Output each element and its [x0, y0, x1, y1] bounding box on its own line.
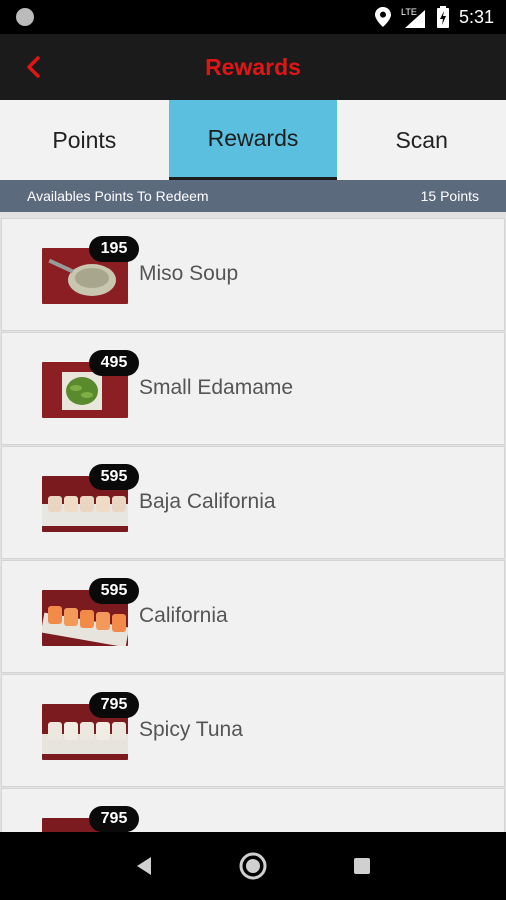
status-time: 5:31 [458, 6, 494, 27]
reward-item-miso-soup[interactable]: 195 Miso Soup [1, 218, 505, 331]
reward-name: Baja California [139, 490, 276, 513]
points-badge: 595 [89, 464, 139, 490]
chevron-left-icon [27, 56, 40, 78]
back-button[interactable] [18, 52, 48, 82]
points-summary-strip: Availables Points To Redeem 15 Points [0, 180, 506, 212]
nav-back-button[interactable] [124, 846, 164, 886]
reward-name: Spicy Tuna [139, 718, 243, 741]
tab-bar: Points Rewards Scan [0, 100, 506, 180]
reward-name: Miso Soup [139, 262, 239, 285]
tab-scan[interactable]: Scan [337, 100, 506, 180]
reward-item-spicy-tuna[interactable]: 795 Spicy Tuna [1, 674, 505, 787]
nav-home-button[interactable] [233, 846, 273, 886]
tab-points[interactable]: Points [0, 100, 169, 180]
square-recents-icon [353, 858, 370, 874]
points-badge: 195 [89, 236, 139, 262]
notification-dot-icon [16, 8, 34, 26]
nav-recents-button[interactable] [342, 846, 382, 886]
points-badge: 795 [89, 692, 139, 718]
location-icon [374, 7, 391, 27]
rewards-list: 195 Miso Soup 495 Small Edamame 595 Baja… [0, 212, 506, 832]
reward-name: California [139, 604, 228, 627]
points-badge: 495 [89, 350, 139, 376]
app-bar: Rewards [0, 34, 506, 100]
battery-icon [436, 6, 449, 28]
points-badge: 795 [89, 806, 139, 832]
svg-text:LTE: LTE [401, 7, 417, 17]
reward-item-partial[interactable]: 795 [1, 788, 505, 832]
system-nav-bar [0, 832, 506, 900]
page-title: Rewards [205, 53, 301, 80]
points-value: 15 Points [420, 188, 479, 204]
home-circle-icon [239, 852, 267, 880]
tab-rewards[interactable]: Rewards [168, 100, 338, 180]
status-bar: LTE 5:31 [0, 0, 506, 34]
points-badge: 595 [89, 578, 139, 604]
signal-icon: LTE [401, 7, 425, 28]
reward-item-california[interactable]: 595 California [1, 560, 505, 673]
reward-name: Small Edamame [139, 376, 294, 399]
reward-item-baja-california[interactable]: 595 Baja California [1, 446, 505, 559]
triangle-back-icon [137, 857, 152, 875]
status-icons: LTE 5:31 [374, 0, 494, 34]
points-label: Availables Points To Redeem [27, 188, 209, 204]
reward-item-small-edamame[interactable]: 495 Small Edamame [1, 332, 505, 445]
